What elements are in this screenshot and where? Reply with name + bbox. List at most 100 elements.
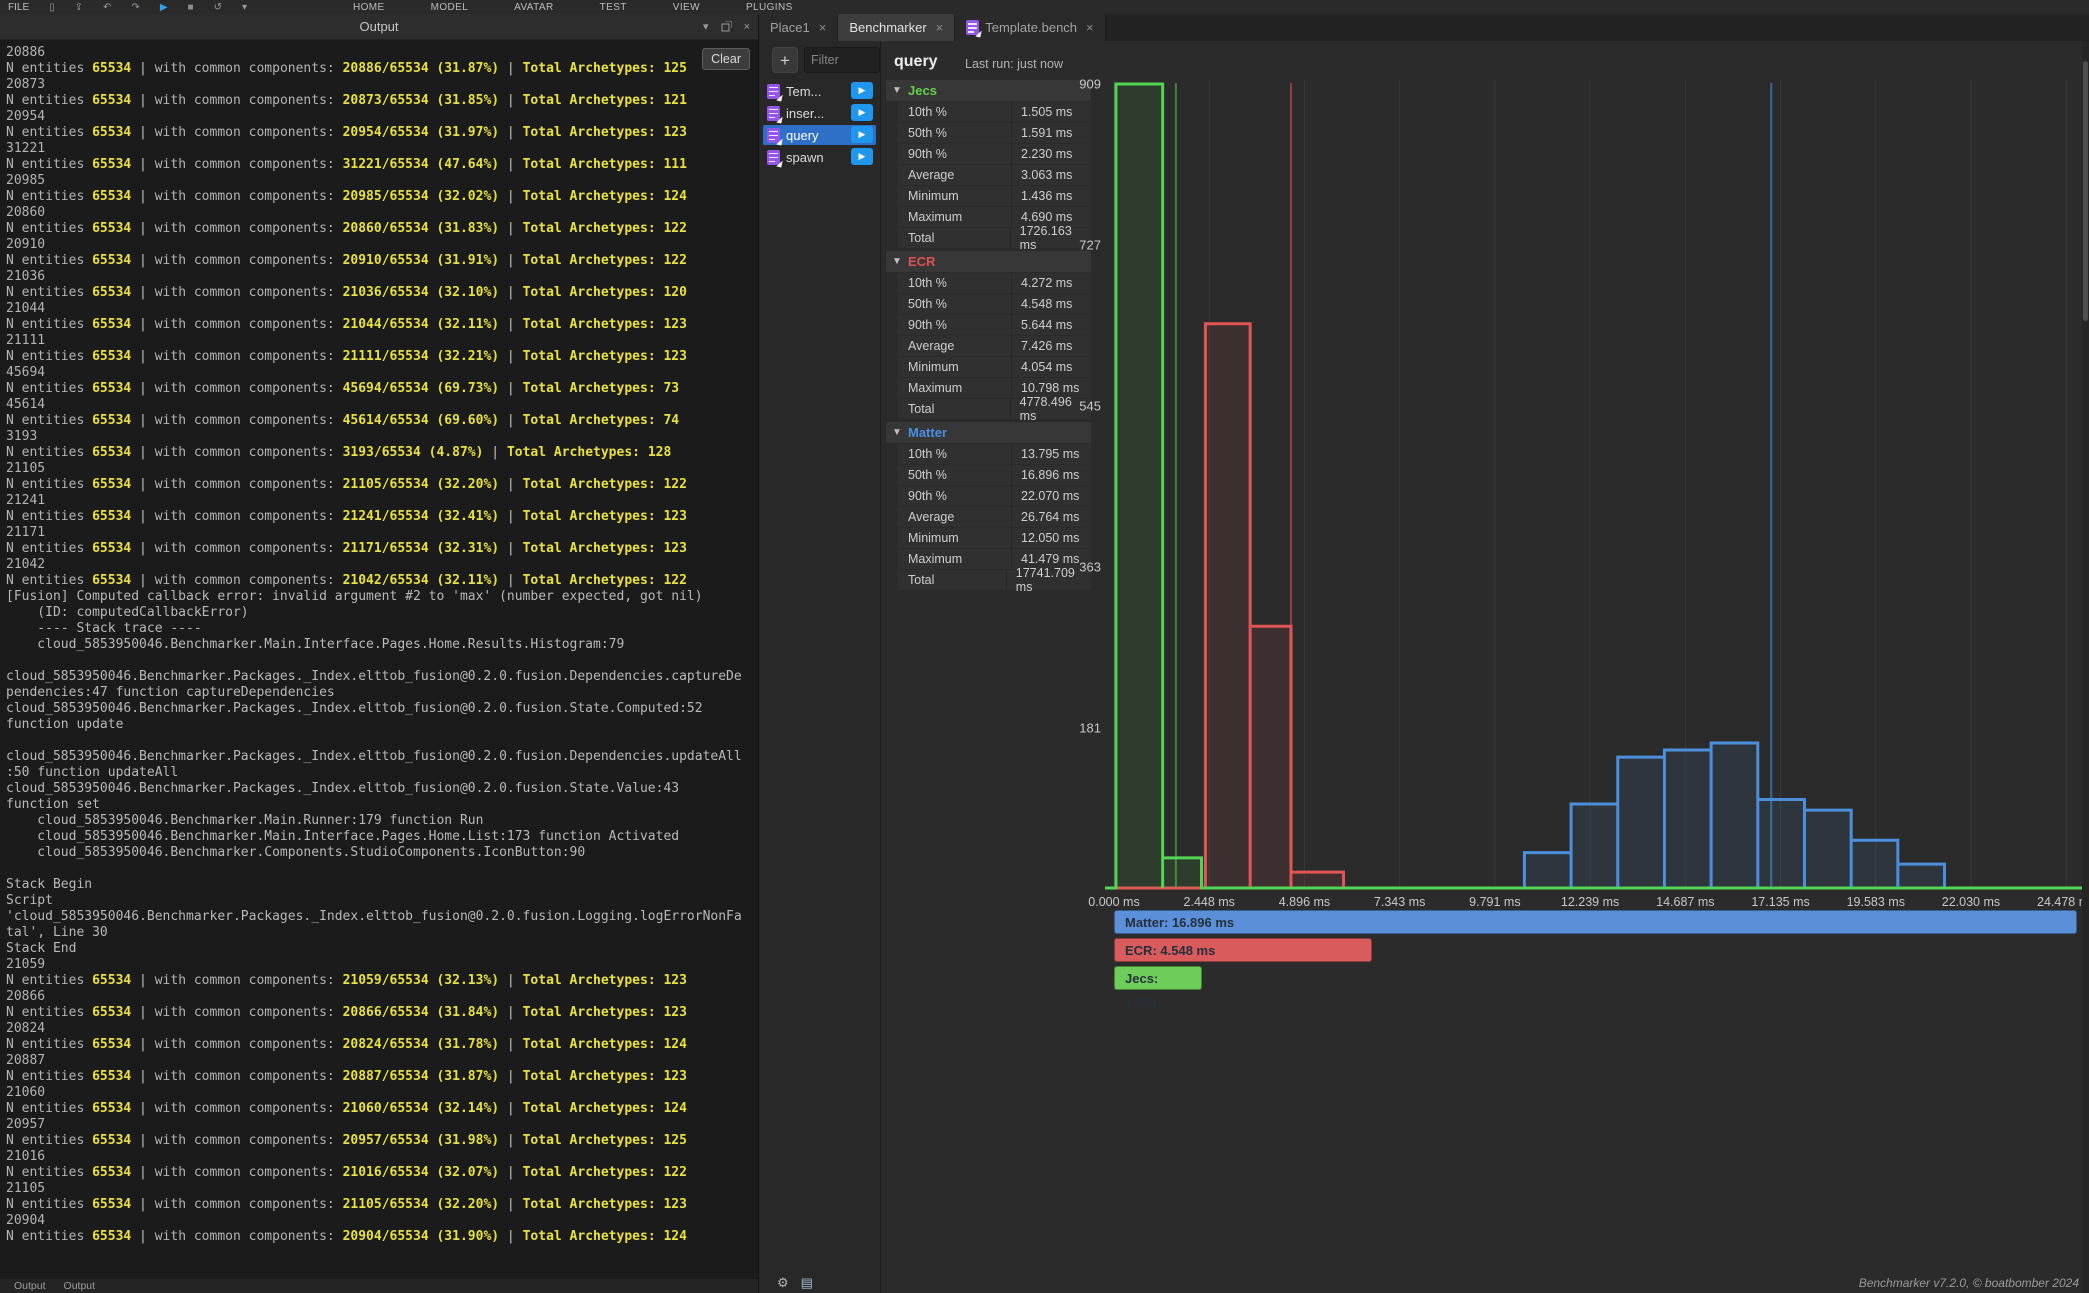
x-tick-label: 4.896 ms: [1279, 895, 1330, 909]
stats-row-label: 10th %: [898, 102, 1012, 122]
clipboard-icon[interactable]: ▯: [49, 2, 55, 13]
close-icon[interactable]: ×: [936, 20, 944, 35]
top-toolbar: FILE ▯ ⇪ ↶ ↷ ▶ ■ ↺ ▾ HOME MODEL AVATAR TEST VIEW PLU…: [0, 0, 2089, 15]
console-error-line: [6, 861, 758, 877]
import-icon[interactable]: ⇪: [75, 2, 83, 13]
console-line: N entities 65534 | with common component…: [6, 541, 758, 557]
console-error-line: function set: [6, 797, 758, 813]
undock-icon[interactable]: [721, 21, 732, 32]
console-line: N entities 65534 | with common component…: [6, 1229, 758, 1245]
console-error-line: cloud_5853950046.Benchmarker.Main.Interf…: [6, 829, 758, 845]
console-line: 21111: [6, 333, 758, 349]
run-benchmark-button[interactable]: ▶: [851, 82, 873, 99]
stats-row-label: 10th %: [898, 273, 1012, 293]
file-menu[interactable]: FILE: [8, 2, 29, 13]
close-icon[interactable]: ×: [744, 21, 750, 33]
close-icon[interactable]: ×: [819, 20, 827, 35]
console-line: N entities 65534 | with common component…: [6, 349, 758, 365]
console-line: N entities 65534 | with common component…: [6, 253, 758, 269]
close-icon[interactable]: ×: [1086, 20, 1094, 35]
console-line: N entities 65534 | with common component…: [6, 573, 758, 589]
filter-input[interactable]: [804, 47, 880, 73]
tab-label: Template.bench: [985, 20, 1077, 35]
stop-button[interactable]: ■: [188, 2, 194, 13]
console-line: 20866: [6, 989, 758, 1005]
menu-view[interactable]: VIEW: [673, 2, 700, 13]
columns-icon[interactable]: ▤: [801, 1275, 813, 1291]
collapse-chevron-icon[interactable]: ▼: [886, 85, 908, 96]
x-tick-label: 22.030 ms: [1942, 895, 2000, 909]
undo-icon[interactable]: ↶: [103, 2, 111, 13]
console-error-line: Stack Begin: [6, 877, 758, 893]
run-benchmark-button[interactable]: ▶: [851, 148, 873, 165]
console-error-line: pendencies:47 function captureDependenci…: [6, 685, 758, 701]
stats-row-label: 90th %: [898, 486, 1012, 506]
console-line: N entities 65534 | with common component…: [6, 973, 758, 989]
menu-home[interactable]: HOME: [353, 2, 385, 13]
legend-matter: Matter: 16.896 ms: [1114, 910, 2077, 934]
benchmark-item-inser[interactable]: inser... ▶: [763, 103, 876, 123]
console-error-line: cloud_5853950046.Benchmarker.Components.…: [6, 845, 758, 861]
bench-script-icon: [966, 20, 979, 35]
console-line: N entities 65534 | with common component…: [6, 189, 758, 205]
tab-benchmarker[interactable]: Benchmarker ×: [838, 14, 955, 41]
benchmark-item-spawn[interactable]: spawn▶: [763, 147, 876, 167]
x-tick-label: 12.239 ms: [1561, 895, 1619, 909]
benchmark-item-label: inser...: [786, 106, 824, 121]
console-line: N entities 65534 | with common component…: [6, 381, 758, 397]
output-console[interactable]: 20886N entities 65534 | with common comp…: [0, 40, 758, 1279]
tab-place1[interactable]: Place1×: [759, 14, 838, 41]
output-panel-title: Output: [0, 14, 758, 39]
benchmark-item-Tem[interactable]: Tem...▶: [763, 81, 876, 101]
y-tick-label: 363: [1079, 559, 1101, 574]
stats-row-label: Maximum: [898, 207, 1012, 227]
caret-down-icon[interactable]: ▾: [242, 2, 247, 13]
scrollbar[interactable]: [2082, 41, 2089, 1293]
benchmark-item-query[interactable]: query▶: [763, 125, 876, 145]
collapse-chevron-icon[interactable]: ▼: [886, 427, 908, 438]
menu-bar: HOME MODEL AVATAR TEST VIEW PLUGINS: [307, 2, 793, 13]
console-error-line: [6, 733, 758, 749]
stats-row-label: 90th %: [898, 144, 1012, 164]
tab-label: Benchmarker: [849, 20, 926, 35]
output-dock-tab[interactable]: Output: [14, 1280, 46, 1292]
x-tick-label: 17.135 ms: [1751, 895, 1809, 909]
play-button[interactable]: ▶: [160, 2, 168, 13]
console-line: N entities 65534 | with common component…: [6, 317, 758, 333]
console-line: N entities 65534 | with common component…: [6, 61, 758, 77]
collapse-chevron-icon[interactable]: ▼: [886, 256, 908, 267]
console-line: N entities 65534 | with common component…: [6, 1197, 758, 1213]
redo-icon[interactable]: ↷: [131, 2, 139, 13]
add-benchmark-button[interactable]: +: [772, 47, 798, 73]
reset-icon[interactable]: ↺: [214, 2, 222, 13]
output-panel: Output ▾ × Clear 20886N entities 65534 |…: [0, 14, 759, 1293]
run-benchmark-button[interactable]: ▶: [851, 126, 873, 143]
menu-plugins[interactable]: PLUGINS: [746, 2, 793, 13]
run-benchmark-button[interactable]: ▶: [851, 104, 873, 121]
console-line: N entities 65534 | with common component…: [6, 1165, 758, 1181]
output-dock-tab[interactable]: Output: [64, 1280, 96, 1292]
console-error-line: (ID: computedCallbackError): [6, 605, 758, 621]
menu-avatar[interactable]: AVATAR: [514, 2, 553, 13]
stats-row-label: 90th %: [898, 315, 1012, 335]
histogram-chart: 9097275453631810.000 ms2.448 ms4.896 ms7…: [1061, 75, 2089, 917]
menu-test[interactable]: TEST: [600, 2, 627, 13]
console-line: 20860: [6, 205, 758, 221]
tab-template-bench[interactable]: Template.bench ×: [955, 14, 1105, 41]
console-line: 20904: [6, 1213, 758, 1229]
gear-icon[interactable]: ⚙: [777, 1275, 789, 1291]
console-line: 21241: [6, 493, 758, 509]
menu-model[interactable]: MODEL: [431, 2, 469, 13]
scrollbar-thumb[interactable]: [2083, 61, 2088, 321]
stats-row-label: Average: [898, 507, 1012, 527]
console-line: 20957: [6, 1117, 758, 1133]
benchmarker-main: query Last run: just now ▼Jecs10th %1.50…: [881, 41, 2089, 1293]
console-error-line: cloud_5853950046.Benchmarker.Packages._I…: [6, 701, 758, 717]
console-line: 20910: [6, 237, 758, 253]
console-line: N entities 65534 | with common component…: [6, 477, 758, 493]
console-line: N entities 65534 | with common component…: [6, 413, 758, 429]
stats-section-name: Matter: [908, 425, 947, 440]
chevron-down-icon[interactable]: ▾: [703, 20, 709, 33]
legend-ecr: ECR: 4.548 ms: [1114, 938, 1372, 962]
clear-output-button[interactable]: Clear: [702, 48, 750, 70]
